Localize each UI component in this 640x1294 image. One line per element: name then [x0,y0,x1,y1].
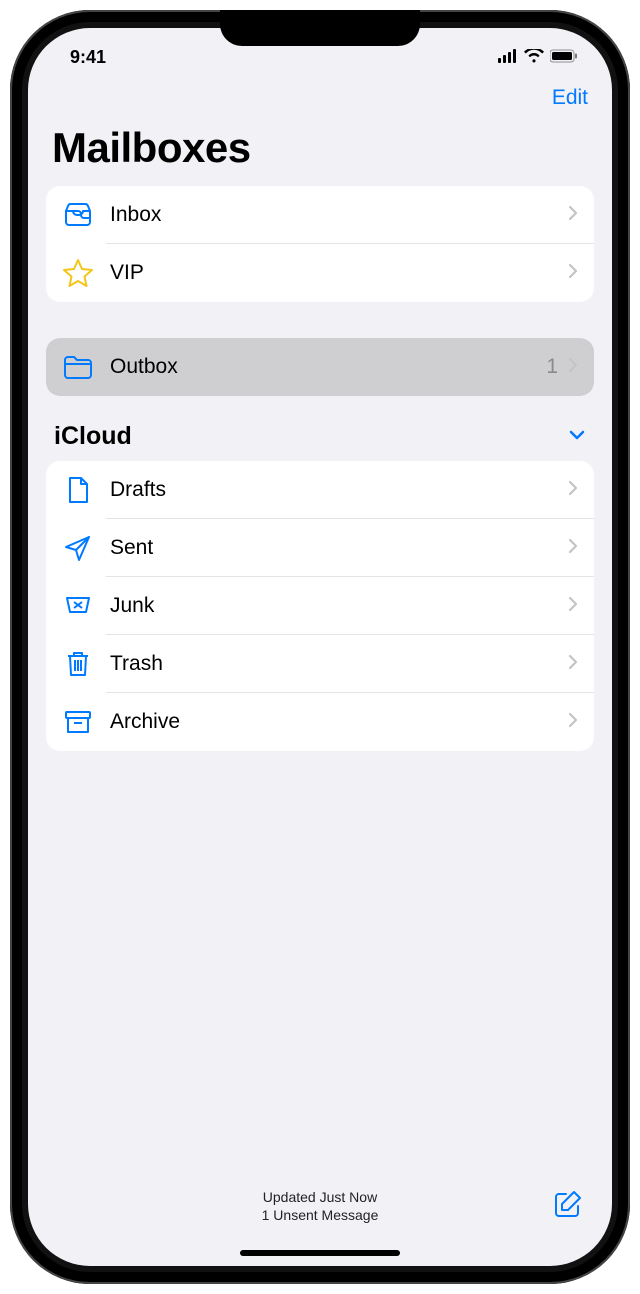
status-time: 9:41 [70,47,106,68]
chevron-right-icon [568,654,578,675]
chevron-right-icon [568,205,578,226]
mailbox-label: VIP [110,261,568,285]
mailbox-label: Junk [110,594,568,618]
account-folders-group: Drafts Sent [46,461,594,751]
chevron-right-icon [568,538,578,559]
outbox-group: Outbox 1 [46,338,594,396]
mailbox-vip[interactable]: VIP [46,244,594,302]
star-icon [62,257,94,289]
battery-icon [550,47,578,68]
account-header[interactable]: iCloud [46,422,594,461]
trash-icon [62,648,94,680]
chevron-down-icon[interactable] [568,428,586,446]
account-name: iCloud [54,422,132,451]
mailbox-label: Inbox [110,203,568,227]
chevron-right-icon [568,596,578,617]
status-icons [498,47,578,68]
signal-icon [498,47,518,68]
mailbox-count: 1 [546,355,558,379]
status-unsent: 1 Unsent Message [262,1206,379,1224]
mailbox-archive[interactable]: Archive [46,693,594,751]
mailbox-trash[interactable]: Trash [46,635,594,693]
chevron-right-icon [568,712,578,733]
smart-mailboxes-group: Inbox VIP [46,186,594,302]
chevron-right-icon [568,480,578,501]
mailbox-sent[interactable]: Sent [46,519,594,577]
junk-icon [62,590,94,622]
mailbox-label: Drafts [110,478,568,502]
page-title: Mailboxes [28,110,612,186]
folder-icon [62,351,94,383]
sync-status: Updated Just Now 1 Unsent Message [262,1188,379,1224]
mailbox-label: Sent [110,536,568,560]
compose-button[interactable] [552,1188,584,1225]
mailbox-inbox[interactable]: Inbox [46,186,594,244]
nav-bar: Edit [28,76,612,110]
mailbox-label: Trash [110,652,568,676]
chevron-right-icon [568,357,578,378]
mailbox-label: Archive [110,710,568,734]
chevron-right-icon [568,263,578,284]
edit-button[interactable]: Edit [552,86,588,110]
mailbox-drafts[interactable]: Drafts [46,461,594,519]
wifi-icon [524,47,544,68]
paperplane-icon [62,532,94,564]
inbox-icon [62,199,94,231]
mailbox-outbox[interactable]: Outbox 1 [46,338,594,396]
document-icon [62,474,94,506]
mailbox-junk[interactable]: Junk [46,577,594,635]
archivebox-icon [62,706,94,738]
mailbox-label: Outbox [110,355,546,379]
status-updated: Updated Just Now [262,1188,379,1206]
home-indicator[interactable] [240,1250,400,1256]
